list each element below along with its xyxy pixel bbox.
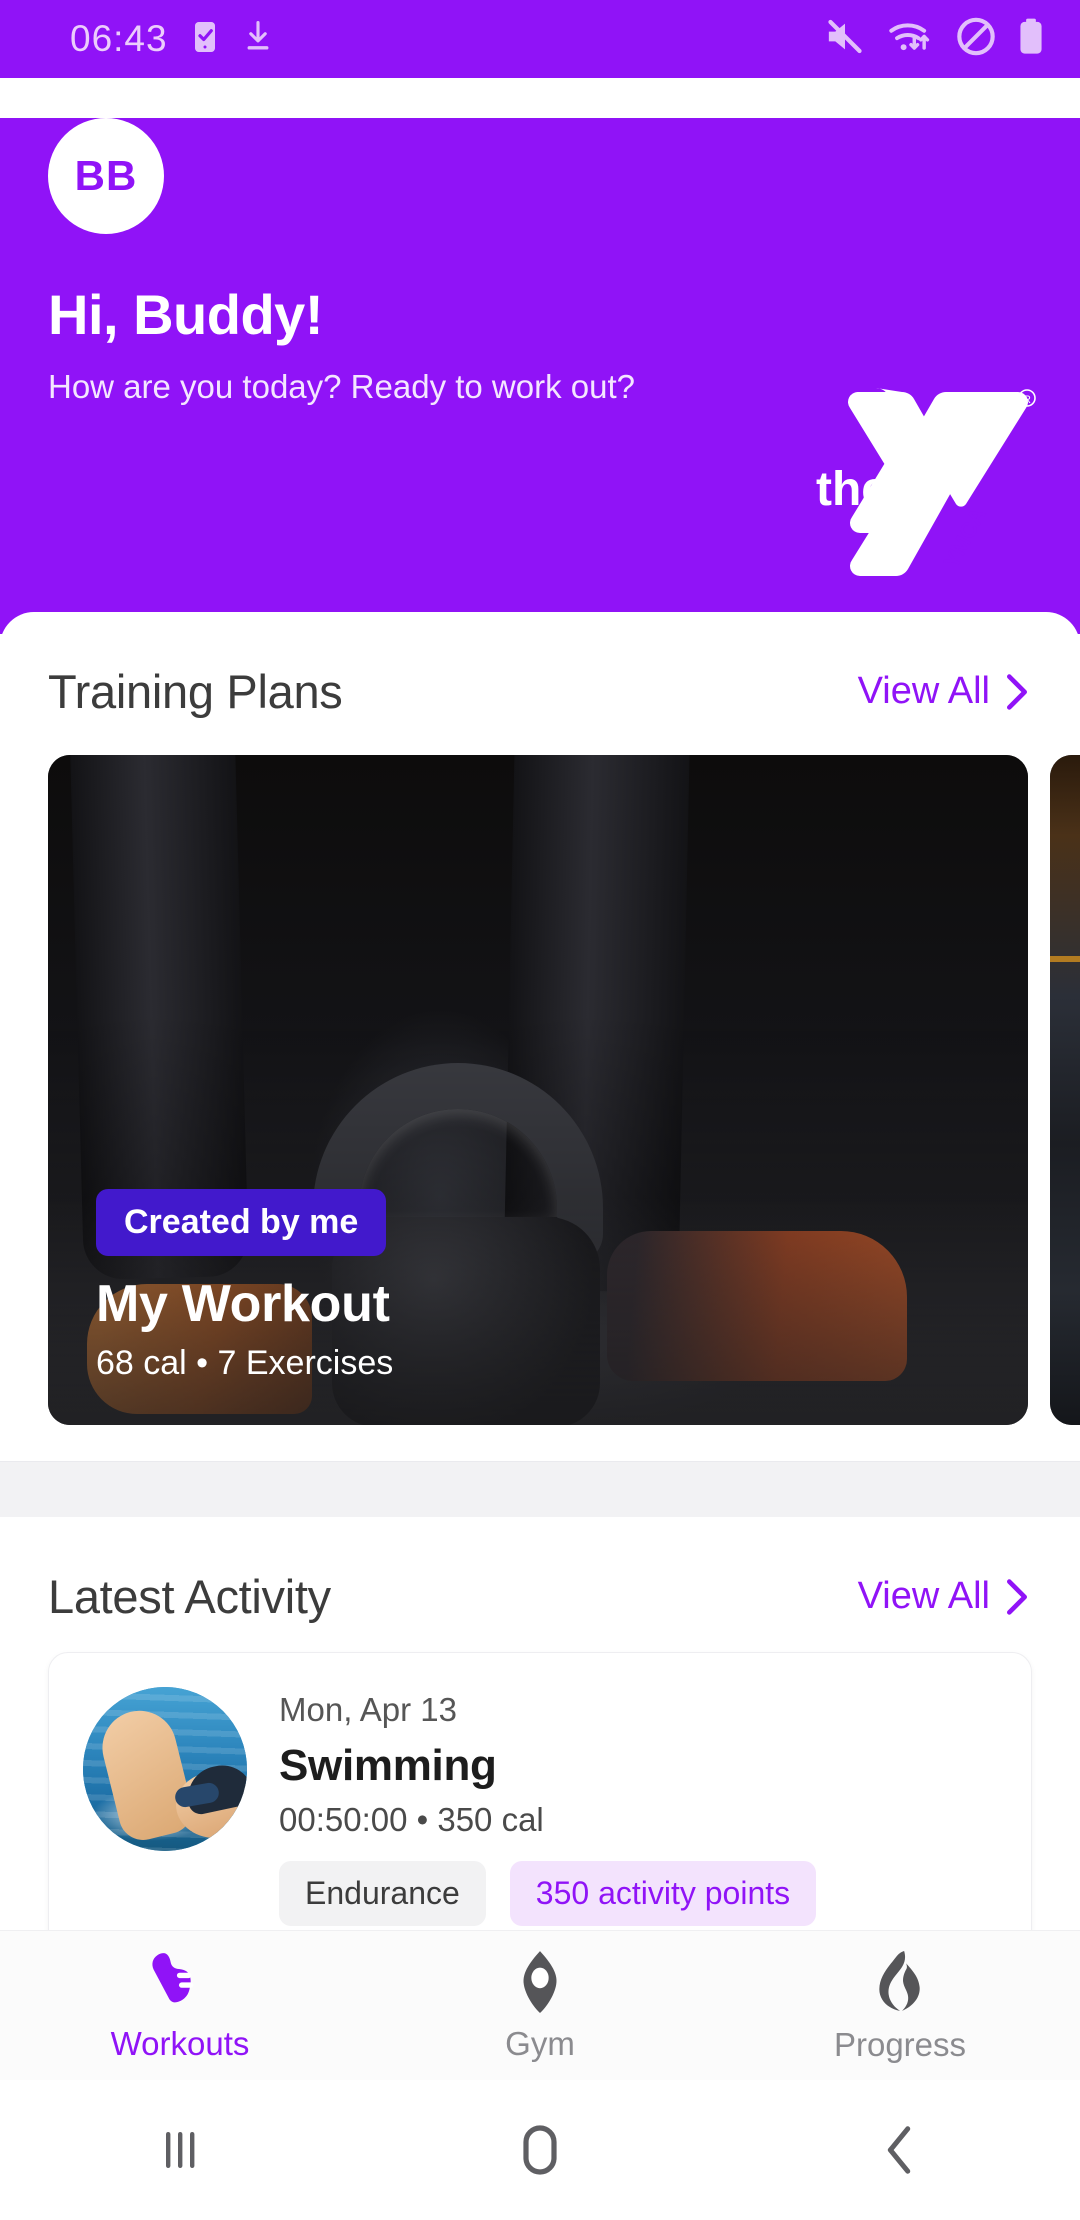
back-icon xyxy=(887,2126,911,2174)
android-recents-button[interactable] xyxy=(0,2124,360,2176)
training-plan-card-body: Created by me My Workout 68 cal • 7 Exer… xyxy=(96,1189,980,1383)
section-divider xyxy=(0,1461,1080,1517)
download-icon xyxy=(242,20,274,59)
recents-icon xyxy=(166,2132,195,2168)
training-plan-meta: 68 cal • 7 Exercises xyxy=(96,1344,394,1382)
nav-item-progress[interactable]: Progress xyxy=(720,1948,1080,2064)
svg-text:R: R xyxy=(1023,394,1031,406)
mute-icon xyxy=(824,17,866,62)
android-home-button[interactable] xyxy=(360,2122,720,2178)
training-plans-carousel[interactable]: Created by me My Workout 68 cal • 7 Exer… xyxy=(0,755,1080,1425)
nav-label-workouts: Workouts xyxy=(110,2024,250,2062)
battery-icon xyxy=(1018,17,1044,62)
nav-label-gym: Gym xyxy=(505,2024,575,2062)
gym-photo xyxy=(1050,755,1080,1425)
wifi-transfer-icon xyxy=(888,17,934,62)
avatar-initials: BB xyxy=(74,152,138,199)
status-bar-clock: 06:43 xyxy=(70,18,168,59)
activity-info: Mon, Apr 13 Swimming 00:50:00 • 350 cal … xyxy=(279,1687,997,1926)
home-icon xyxy=(523,2125,557,2175)
latest-activity-title: Latest Activity xyxy=(48,1570,331,1623)
activity-date: Mon, Apr 13 xyxy=(279,1691,457,1728)
chevron-right-icon xyxy=(1007,673,1027,710)
app-header: BB Hi, Buddy! How are you today? Ready t… xyxy=(0,118,1080,634)
training-plans-header: Training Plans View All xyxy=(0,664,1080,719)
chevron-right-icon xyxy=(1007,1578,1027,1615)
location-pin-icon xyxy=(523,1950,557,2013)
android-back-button[interactable] xyxy=(720,2123,1080,2177)
do-not-disturb-icon xyxy=(956,17,996,62)
training-plans-view-all-button[interactable]: View All xyxy=(858,670,1032,713)
created-by-me-badge: Created by me xyxy=(96,1189,387,1256)
status-bar-left: 06:43 xyxy=(30,18,274,60)
android-navigation-bar xyxy=(0,2080,1080,2220)
greeting-subtitle: How are you today? Ready to work out? xyxy=(48,368,635,405)
training-plans-title: Training Plans xyxy=(48,665,343,718)
content-sheet: Training Plans View All Created by me My… xyxy=(0,612,1080,2102)
logo-the-text: the xyxy=(816,463,888,516)
latest-activity-view-all-button[interactable]: View All xyxy=(858,1575,1032,1618)
flame-icon xyxy=(879,1950,920,2011)
logo-ymca-text: YMCA xyxy=(938,503,991,572)
activity-meta: 00:50:00 • 350 cal xyxy=(279,1801,544,1838)
activity-list-item[interactable]: Mon, Apr 13 Swimming 00:50:00 • 350 cal … xyxy=(48,1652,1032,1961)
greeting-title: Hi, Buddy! xyxy=(48,283,323,346)
activity-points-badge: 350 activity points xyxy=(509,1861,817,1926)
activity-tags: Endurance 350 activity points xyxy=(279,1861,997,1926)
latest-activity-header: Latest Activity View All xyxy=(0,1569,1080,1624)
nav-item-workouts[interactable]: Workouts xyxy=(0,1949,360,2063)
ymca-logo: the YMCA R xyxy=(816,388,1036,576)
bottom-navigation: Workouts Gym Progress xyxy=(0,1930,1080,2080)
training-plan-title: My Workout xyxy=(96,1275,390,1333)
nav-label-progress: Progress xyxy=(833,2025,967,2063)
view-all-label: View All xyxy=(857,1575,990,1617)
sim-card-check-icon xyxy=(190,20,220,59)
shoe-icon xyxy=(152,1952,194,2002)
view-all-label: View All xyxy=(857,670,990,712)
status-bar: 06:43 xyxy=(0,0,1080,78)
status-bar-right xyxy=(824,17,1044,62)
training-plan-card[interactable]: Created by me My Workout 68 cal • 7 Exer… xyxy=(48,755,1028,1425)
swimming-photo xyxy=(83,1687,247,1851)
status-badge: Endurance xyxy=(279,1861,486,1926)
activity-title: Swimming xyxy=(279,1741,497,1790)
activity-thumbnail xyxy=(83,1687,247,1851)
nav-item-gym[interactable]: Gym xyxy=(360,1949,720,2063)
avatar[interactable]: BB xyxy=(48,118,164,234)
training-plan-card-next[interactable] xyxy=(1050,755,1080,1425)
